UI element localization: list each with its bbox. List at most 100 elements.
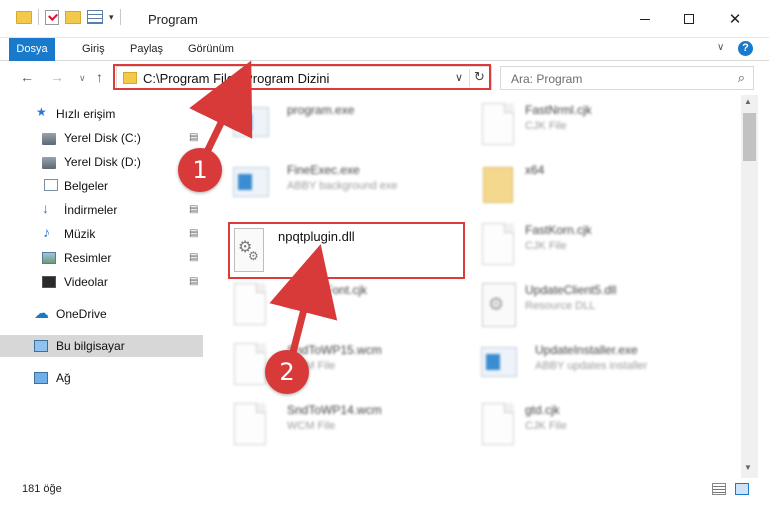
computer-icon <box>34 340 48 352</box>
toolbar-divider <box>38 9 39 25</box>
sidebar-item-network[interactable]: Ağ <box>0 367 203 389</box>
pin-icon[interactable]: ▤ <box>189 204 198 215</box>
scroll-thumb[interactable] <box>743 113 756 161</box>
minimize-icon <box>640 18 650 20</box>
up-arrow-icon[interactable]: ↑ <box>96 69 103 85</box>
expand-ribbon-chevron-icon[interactable]: ∨ <box>717 42 724 53</box>
dll-file-icon <box>482 283 516 327</box>
file-item[interactable]: FastKorn.cjk CJK File <box>479 221 699 271</box>
file-type: CJK File <box>525 120 567 132</box>
tab-home[interactable]: Giriş <box>78 38 109 61</box>
status-bar: 181 öğe <box>0 478 769 500</box>
step-1-badge: 1 <box>178 148 222 192</box>
document-file-icon <box>482 103 514 145</box>
scroll-down-arrow-icon[interactable]: ▼ <box>744 463 752 472</box>
sidebar-item-onedrive[interactable]: ☁ OneDrive <box>0 303 203 325</box>
document-file-icon <box>482 403 514 445</box>
sidebar-item-quick-access[interactable]: ★ Hızlı erişim <box>0 103 203 125</box>
sidebar-item-label: Ağ <box>56 371 71 385</box>
file-item[interactable]: program.exe <box>231 101 431 151</box>
file-type: ABBY background exe <box>287 180 398 192</box>
sidebar-item-label: Müzik <box>64 227 96 241</box>
sidebar-item-videos[interactable]: Videolar ▤ <box>0 271 203 293</box>
customize-toolbar-chevron-icon[interactable]: ▾ <box>109 12 114 23</box>
new-folder-icon[interactable] <box>65 10 81 24</box>
vertical-scrollbar[interactable]: ▲ ▼ <box>741 95 758 478</box>
file-item[interactable]: FineExec.exe ABBY background exe <box>231 161 431 211</box>
pin-icon[interactable]: ▤ <box>189 228 198 239</box>
file-item[interactable]: UpdateInstaller.exe ABBY updates install… <box>479 341 709 391</box>
scroll-up-arrow-icon[interactable]: ▲ <box>744 97 752 106</box>
pin-icon[interactable]: ▤ <box>189 276 198 287</box>
forward-arrow-icon[interactable]: → <box>50 69 64 85</box>
network-icon <box>34 372 48 384</box>
file-item[interactable]: SndToWP14.wcm WCM File <box>231 401 431 451</box>
details-view-icon[interactable] <box>712 483 726 495</box>
sidebar-item-label: Yerel Disk (D:) <box>64 155 141 169</box>
file-name: gtd.cjk <box>525 403 560 417</box>
address-divider <box>469 69 470 87</box>
file-type: CJK File <box>525 420 567 432</box>
file-item[interactable]: SndToWP15.wcm WCM File <box>231 341 431 391</box>
pin-icon[interactable]: ▤ <box>189 252 198 263</box>
view-list-icon[interactable] <box>87 10 103 24</box>
maximize-button[interactable] <box>666 8 712 30</box>
gear-icon: ⚙ <box>248 249 259 263</box>
exe-file-icon <box>233 107 269 137</box>
dll-file-icon: ⚙ ⚙ <box>234 228 264 272</box>
sidebar-item-pictures[interactable]: Resimler ▤ <box>0 247 203 269</box>
sidebar-item-label: Bu bilgisayar <box>56 339 125 353</box>
pin-icon[interactable]: ▤ <box>189 132 198 143</box>
folder-item[interactable]: x64 <box>479 161 699 211</box>
recent-locations-chevron-icon[interactable]: ∨ <box>79 73 86 84</box>
disk-icon <box>42 157 56 169</box>
step-2-badge: 2 <box>265 350 309 394</box>
file-type: Resource DLL <box>525 300 596 312</box>
sidebar-item-documents[interactable]: Belgeler ▤ <box>0 175 203 197</box>
file-list: program.exe FineExec.exe ABBY background… <box>205 95 740 478</box>
properties-check-icon[interactable] <box>45 9 59 25</box>
file-name: SndToWP14.wcm <box>287 403 382 417</box>
sidebar-item-local-disk-d[interactable]: Yerel Disk (D:) ▤ <box>0 151 203 173</box>
sidebar-item-downloads[interactable]: ↓ İndirmeler ▤ <box>0 199 203 221</box>
sidebar-item-this-pc[interactable]: Bu bilgisayar <box>0 335 203 357</box>
folder-icon[interactable] <box>16 10 32 24</box>
maximize-icon <box>684 14 694 24</box>
ribbon-tabs: Dosya Giriş Paylaş Görünüm ∨ ? <box>0 38 769 61</box>
tab-view[interactable]: Görünüm <box>184 38 238 61</box>
documents-icon <box>44 179 58 191</box>
music-icon: ♪ <box>43 224 50 240</box>
address-path[interactable]: C:\Program Files\Program Dizini <box>143 71 329 86</box>
large-icons-view-icon[interactable] <box>735 483 749 495</box>
tab-share[interactable]: Paylaş <box>126 38 167 61</box>
search-icon[interactable]: ⌕ <box>738 70 745 86</box>
search-input[interactable]: Ara: Program ⌕ <box>500 66 754 90</box>
folder-icon <box>483 167 513 203</box>
file-item[interactable]: UpdateClient5.dll Resource DLL <box>479 281 699 331</box>
window-title: Program <box>148 12 198 27</box>
folder-icon <box>123 72 137 84</box>
back-arrow-icon[interactable]: ← <box>20 69 34 85</box>
document-file-icon <box>234 403 266 445</box>
sidebar-item-local-disk-c[interactable]: Yerel Disk (C:) ▤ <box>0 127 203 149</box>
file-type: CJK File <box>287 300 329 312</box>
help-icon[interactable]: ? <box>738 41 753 56</box>
folder-name: x64 <box>525 163 545 177</box>
address-dropdown-chevron-icon[interactable]: ∨ <box>455 71 463 84</box>
highlighted-file-item[interactable]: ⚙ ⚙ npqtplugin.dll <box>228 222 465 279</box>
refresh-icon[interactable]: ↻ <box>474 69 485 85</box>
disk-icon <box>42 133 56 145</box>
sidebar-item-music[interactable]: ♪ Müzik ▤ <box>0 223 203 245</box>
tab-file[interactable]: Dosya <box>9 38 55 61</box>
download-icon: ↓ <box>42 200 49 216</box>
minimize-button[interactable] <box>622 8 668 30</box>
file-name: FastNrml.cjk <box>525 103 592 117</box>
file-item[interactable]: DefaultFont.cjk CJK File <box>231 281 431 331</box>
file-item[interactable]: gtd.cjk CJK File <box>479 401 699 451</box>
cloud-icon: ☁ <box>34 305 49 322</box>
close-button[interactable]: ✕ <box>712 8 758 30</box>
address-bar[interactable]: C:\Program Files\Program Dizini ∨ ↻ <box>116 66 492 90</box>
file-item[interactable]: FastNrml.cjk CJK File <box>479 101 699 151</box>
sidebar-item-label: İndirmeler <box>64 203 118 217</box>
toolbar-divider <box>119 9 121 25</box>
